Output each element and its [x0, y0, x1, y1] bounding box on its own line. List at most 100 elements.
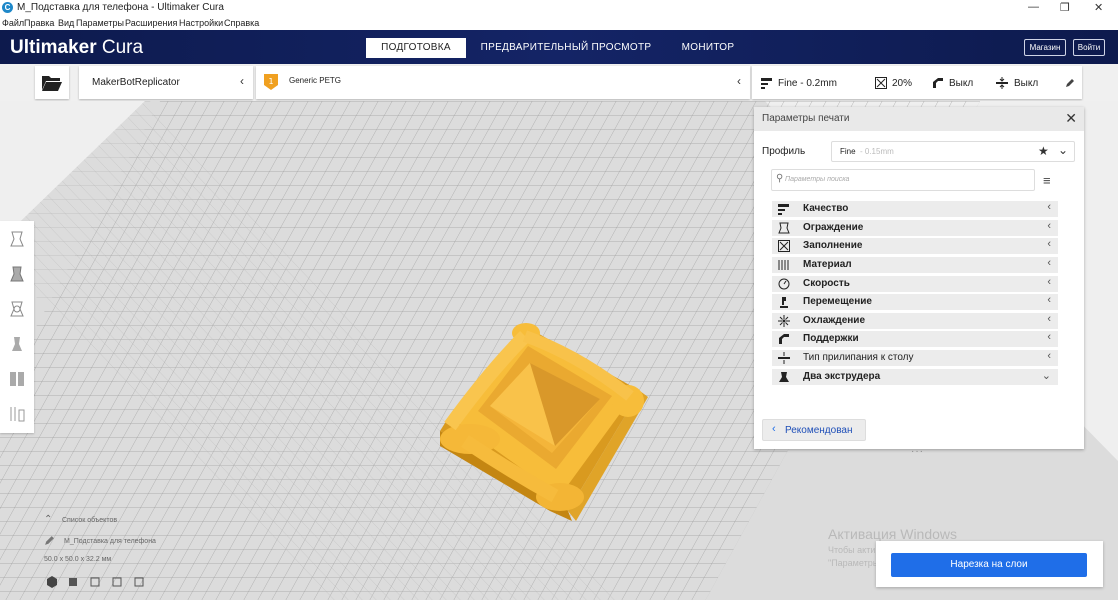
menu-preferences[interactable]: Параметры	[76, 18, 124, 28]
dual-extrusion-icon	[779, 372, 789, 382]
chevron-down-icon: ⌄	[1058, 143, 1069, 157]
printer-name: MakerBotReplicator	[92, 77, 180, 88]
category-support[interactable]: Поддержки ‹	[772, 331, 1058, 347]
left-view-icon	[112, 577, 122, 587]
recommended-label: Рекомендован	[785, 425, 853, 436]
travel-icon	[780, 297, 788, 308]
category-label: Заполнение	[803, 240, 863, 251]
star-icon[interactable]: ★	[1038, 144, 1049, 158]
panel-title: Параметры печати	[762, 113, 850, 124]
category-label: Качество	[803, 203, 849, 214]
3d-view-icon	[47, 576, 57, 588]
material-name: Generic PETG	[289, 76, 342, 85]
recommended-button[interactable]: ‹ Рекомендован	[762, 419, 866, 441]
menu-view[interactable]: Вид	[58, 18, 74, 28]
object-dimensions: 50.0 x 50.0 x 32.2 мм	[44, 556, 112, 563]
window-titlebar: C M_Подставка для телефона - Ultimaker C…	[0, 0, 1118, 16]
category-material[interactable]: Материал ‹	[772, 257, 1058, 273]
category-label: Материал	[803, 259, 852, 270]
scale-tool-icon[interactable]	[7, 264, 27, 284]
category-label: Перемещение	[803, 296, 872, 307]
per-model-settings-icon[interactable]	[7, 369, 27, 389]
chevron-left-icon: ‹	[1047, 350, 1051, 362]
profile-value: Fine	[840, 147, 856, 156]
chevron-left-icon: ‹	[737, 74, 741, 88]
sign-in-button[interactable]: Войти	[1073, 39, 1105, 56]
menu-settings[interactable]: Настройки	[179, 18, 223, 28]
menu-help[interactable]: Справка	[224, 18, 259, 28]
chevron-left-icon: ‹	[1047, 257, 1051, 269]
tab-monitor[interactable]: МОНИТОР	[676, 38, 740, 58]
rotate-tool-icon[interactable]	[7, 299, 27, 319]
tab-prepare[interactable]: ПОДГОТОВКА	[366, 38, 466, 58]
category-infill[interactable]: Заполнение ‹	[772, 238, 1058, 254]
panel-resize-handle[interactable]: ···	[911, 446, 924, 457]
support-icon	[933, 78, 943, 88]
close-window-button[interactable]: ✕	[1094, 1, 1103, 14]
open-file-button[interactable]	[35, 66, 69, 99]
support-blocker-icon[interactable]	[7, 404, 27, 424]
right-view-icon	[134, 577, 144, 587]
settings-search-input[interactable]: ⚲ Параметры поиска	[771, 169, 1035, 191]
category-adhesion[interactable]: Тип прилипания к столу ‹	[772, 350, 1058, 366]
chevron-left-icon: ‹	[1047, 276, 1051, 288]
shell-icon	[778, 222, 790, 234]
profile-hint: - 0.15mm	[860, 147, 894, 156]
infill-icon	[778, 240, 790, 252]
chevron-left-icon: ‹	[772, 423, 776, 435]
quality-profile-value: Fine - 0.2mm	[778, 78, 837, 89]
panel-header: Параметры печати ✕	[754, 107, 1084, 131]
chevron-up-icon[interactable]: ⌃	[44, 514, 52, 525]
quality-icon	[778, 204, 789, 215]
settings-menu-icon[interactable]: ≡	[1043, 173, 1051, 188]
marketplace-button[interactable]: Магазин	[1024, 39, 1066, 56]
category-label: Поддержки	[803, 333, 859, 344]
category-quality[interactable]: Качество ‹	[772, 201, 1058, 217]
profile-label: Профиль	[762, 146, 806, 157]
speed-icon	[778, 278, 790, 290]
printer-selector[interactable]: MakerBotReplicator ‹	[79, 66, 253, 99]
material-selector[interactable]: 1 Generic PETG ‹	[256, 66, 750, 99]
maximize-button[interactable]: ❐	[1060, 1, 1070, 14]
quick-settings-bar[interactable]: Fine - 0.2mm 20% Выкл Выкл	[752, 66, 1082, 99]
profile-dropdown[interactable]: Fine - 0.15mm ★ ⌄	[831, 141, 1075, 162]
support-icon	[779, 334, 789, 344]
view-buttons	[47, 576, 144, 588]
search-icon: ⚲	[776, 173, 784, 184]
chevron-left-icon: ‹	[1047, 220, 1051, 232]
chevron-left-icon: ‹	[240, 74, 244, 88]
folder-open-icon	[42, 76, 62, 91]
category-dual-extrusion[interactable]: Два экструдера ⌄	[772, 369, 1058, 385]
category-shell[interactable]: Ограждение ‹	[772, 220, 1058, 236]
category-label: Тип прилипания к столу	[803, 352, 914, 363]
menu-file[interactable]: Файл	[2, 18, 24, 28]
search-placeholder: Параметры поиска	[785, 176, 850, 183]
tab-preview[interactable]: ПРЕДВАРИТЕЛЬНЫЙ ПРОСМОТР	[480, 38, 652, 58]
move-tool-icon[interactable]	[7, 229, 27, 249]
cura-app-icon: C	[2, 2, 13, 13]
material-icon	[778, 260, 789, 270]
menu-extensions[interactable]: Расширения	[125, 18, 177, 28]
category-speed[interactable]: Скорость ‹	[772, 276, 1058, 292]
chevron-left-icon: ‹	[1047, 294, 1051, 306]
object-list-label[interactable]: Список объектов	[62, 517, 117, 524]
watermark-title: Активация Windows	[828, 526, 958, 542]
mirror-tool-icon[interactable]	[7, 334, 27, 354]
slice-button[interactable]: Нарезка на слои	[891, 553, 1087, 577]
category-cooling[interactable]: Охлаждение ‹	[772, 313, 1058, 329]
object-name: M_Подставка для телефона	[64, 538, 156, 545]
transform-toolbar	[0, 221, 34, 433]
printer-bar: MakerBotReplicator ‹ 1 Generic PETG ‹ Fi…	[0, 64, 1118, 101]
close-icon[interactable]: ✕	[1065, 110, 1077, 127]
minimize-button[interactable]: —	[1028, 1, 1039, 13]
cooling-icon	[778, 315, 790, 327]
category-label: Ограждение	[803, 222, 864, 233]
category-label: Охлаждение	[803, 315, 866, 326]
chevron-left-icon: ‹	[1047, 331, 1051, 343]
menu-edit[interactable]: Правка	[24, 18, 54, 28]
extruder-badge-icon: 1	[264, 74, 278, 90]
category-label: Два экструдера	[803, 371, 881, 382]
category-travel[interactable]: Перемещение ‹	[772, 294, 1058, 310]
svg-text:1: 1	[268, 77, 273, 86]
chevron-left-icon: ‹	[1047, 313, 1051, 325]
